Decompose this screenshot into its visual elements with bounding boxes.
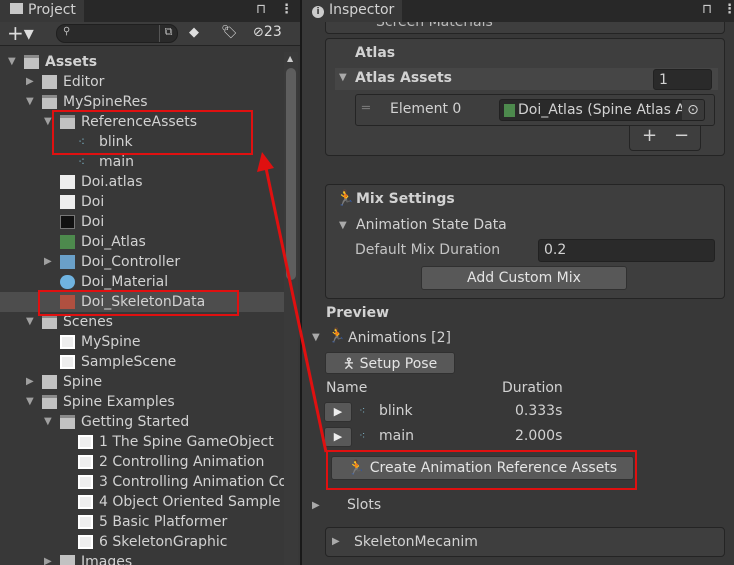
annotation-arrow-line bbox=[264, 167, 328, 453]
annotation-arrow bbox=[257, 152, 328, 453]
annotation-arrowhead bbox=[257, 152, 274, 172]
